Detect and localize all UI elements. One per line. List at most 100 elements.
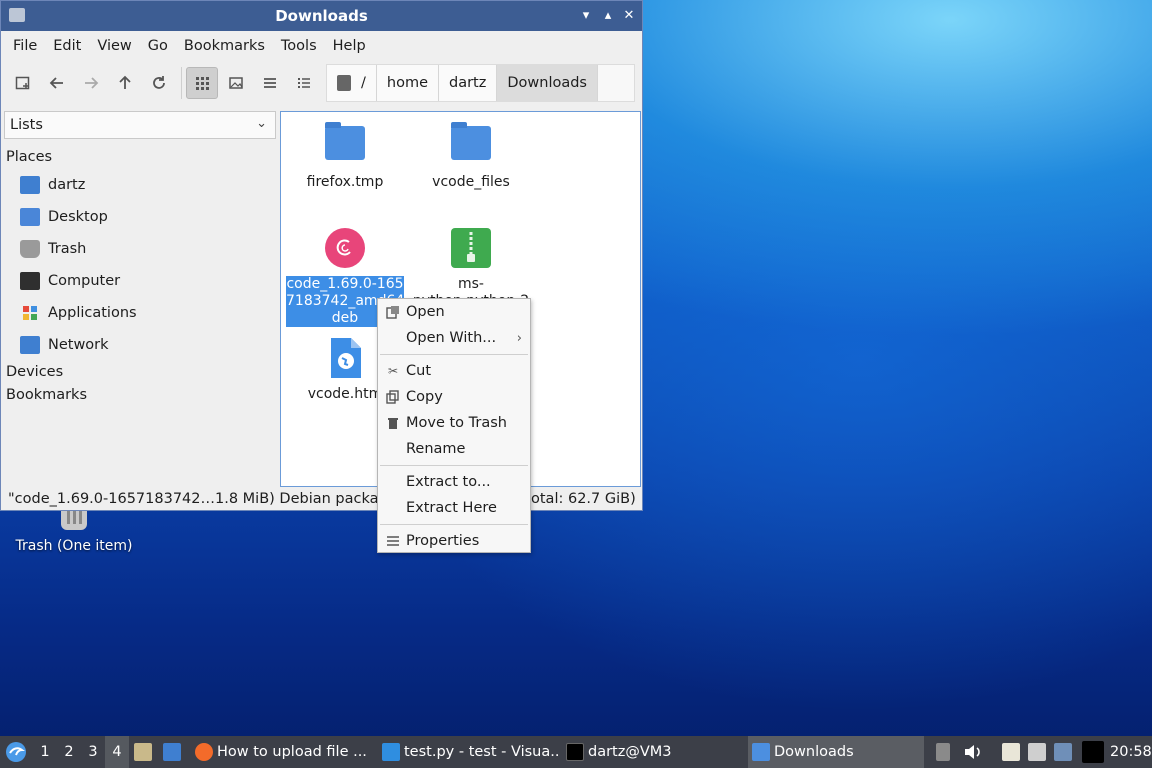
file-name: vcode_files: [432, 174, 510, 190]
menu-item-label: Copy: [406, 389, 443, 405]
file-item-vcode-files[interactable]: vcode_files: [409, 122, 533, 191]
chevron-down-icon: ⌄: [256, 116, 267, 131]
sidebar-item-network[interactable]: Network: [4, 329, 277, 361]
menu-go[interactable]: Go: [140, 38, 176, 54]
show-desktop-button[interactable]: [163, 736, 185, 768]
tray-network[interactable]: [1028, 736, 1046, 768]
menu-item-copy[interactable]: Copy: [378, 385, 530, 409]
up-arrow-icon[interactable]: [109, 67, 141, 99]
sidebar-item-label: Desktop: [48, 209, 108, 225]
reload-icon[interactable]: [143, 67, 175, 99]
icon-view-icon[interactable]: [186, 67, 218, 99]
menu-item-rename[interactable]: Rename: [378, 437, 530, 461]
back-arrow-icon[interactable]: [41, 67, 73, 99]
menu-file[interactable]: File: [5, 38, 45, 54]
desktop-switch-4[interactable]: 4: [105, 736, 129, 768]
sidebar-item-desktop[interactable]: Desktop: [4, 201, 277, 233]
sidebar-item-dartz[interactable]: dartz: [4, 169, 277, 201]
menu-separator: [380, 524, 528, 525]
maximize-button[interactable]: ▴: [599, 7, 617, 25]
menu-separator: [380, 465, 528, 466]
menu-item-label: Open With...: [406, 330, 497, 346]
folder-icon: [451, 122, 491, 166]
task-label: dartz@VM3: [588, 744, 672, 760]
network-icon: [20, 336, 40, 354]
minimize-button[interactable]: ▾: [577, 7, 595, 25]
path-bar: / home dartz Downloads: [326, 64, 635, 102]
tray-clipboard[interactable]: [1002, 736, 1020, 768]
task-vscode[interactable]: test.py - test - Visua...: [382, 736, 558, 768]
bookmarks-heading[interactable]: Bookmarks: [4, 384, 277, 407]
desktop-trash-label: Trash (One item): [15, 538, 133, 554]
path-crumb-home[interactable]: home: [376, 65, 439, 101]
menu-help[interactable]: Help: [325, 38, 374, 54]
file-name: firefox.tmp: [306, 174, 384, 190]
menu-item-cut[interactable]: ✂ Cut: [378, 359, 530, 383]
notification-icon: [1054, 743, 1072, 761]
file-name-line: ms-: [458, 276, 484, 292]
menu-item-extract-to[interactable]: Extract to...: [378, 470, 530, 494]
compact-view-icon[interactable]: [254, 67, 286, 99]
tray-cpu-monitor[interactable]: [1082, 736, 1104, 768]
menu-bookmarks[interactable]: Bookmarks: [176, 38, 273, 54]
path-root-label: /: [361, 75, 366, 91]
folder-icon: [325, 122, 365, 166]
sidebar-item-label: Applications: [48, 305, 137, 321]
detailed-list-icon[interactable]: [288, 67, 320, 99]
desktop-switch-2[interactable]: 2: [57, 736, 81, 768]
copy-icon: [386, 390, 400, 404]
start-menu-button[interactable]: [5, 736, 29, 768]
sidebar-item-trash[interactable]: Trash: [4, 233, 277, 265]
path-crumb-dartz[interactable]: dartz: [439, 65, 498, 101]
menu-view[interactable]: View: [89, 38, 139, 54]
new-tab-icon[interactable]: [7, 67, 39, 99]
open-icon: [386, 305, 400, 319]
forward-arrow-icon[interactable]: [75, 67, 107, 99]
path-crumb-downloads[interactable]: Downloads: [497, 65, 598, 101]
menu-item-move-to-trash[interactable]: Move to Trash: [378, 411, 530, 435]
menu-item-label: Extract Here: [406, 500, 497, 516]
path-root-button[interactable]: /: [327, 65, 377, 101]
sidebar-mode-select[interactable]: Lists ⌄: [4, 111, 276, 139]
thumbnail-view-icon[interactable]: [220, 67, 252, 99]
toolbar: / home dartz Downloads: [1, 61, 642, 105]
vscode-icon: [382, 743, 400, 761]
places-heading[interactable]: Places: [4, 146, 277, 169]
file-manager-launcher[interactable]: [134, 736, 156, 768]
task-downloads[interactable]: Downloads: [748, 736, 924, 768]
sidebar-item-computer[interactable]: Computer: [4, 265, 277, 297]
properties-icon: [386, 534, 400, 548]
sidebar: Lists ⌄ Places dartz Desktop Trash Compu…: [4, 109, 277, 485]
sidebar-item-label: Network: [48, 337, 109, 353]
tray-updates[interactable]: [936, 736, 950, 768]
file-name-line: code_1.69.0-165: [286, 276, 404, 292]
menu-separator: [380, 354, 528, 355]
path-spacer: [598, 65, 634, 101]
tray-notifications[interactable]: [1054, 736, 1072, 768]
menu-item-extract-here[interactable]: Extract Here: [378, 496, 530, 520]
sidebar-item-label: Trash: [48, 241, 87, 257]
volume-icon: [965, 745, 980, 759]
menu-edit[interactable]: Edit: [45, 38, 89, 54]
menu-item-label: Extract to...: [406, 474, 491, 490]
menu-item-properties[interactable]: Properties: [378, 529, 530, 553]
update-icon: [936, 743, 950, 761]
clock[interactable]: 20:58: [1110, 736, 1152, 768]
desktop-switch-1[interactable]: 1: [33, 736, 57, 768]
menu-item-open-with[interactable]: Open With... ›: [378, 326, 530, 350]
tray-volume[interactable]: [963, 736, 983, 768]
task-terminal[interactable]: dartz@VM3: [566, 736, 742, 768]
sidebar-item-applications[interactable]: Applications: [4, 297, 277, 329]
titlebar[interactable]: Downloads ▾ ▴ ✕: [1, 1, 642, 31]
sidebar-item-label: Computer: [48, 273, 121, 289]
devices-heading[interactable]: Devices: [4, 361, 277, 384]
chevron-right-icon: ›: [516, 330, 522, 346]
file-item-firefox-tmp[interactable]: firefox.tmp: [283, 122, 407, 191]
task-label: test.py - test - Visua...: [404, 744, 558, 760]
menu-tools[interactable]: Tools: [273, 38, 325, 54]
desktop-switch-3[interactable]: 3: [81, 736, 105, 768]
close-button[interactable]: ✕: [620, 7, 638, 25]
menu-item-open[interactable]: Open: [378, 300, 530, 324]
task-label: Downloads: [774, 744, 854, 760]
task-firefox[interactable]: How to upload file ...: [195, 736, 367, 768]
